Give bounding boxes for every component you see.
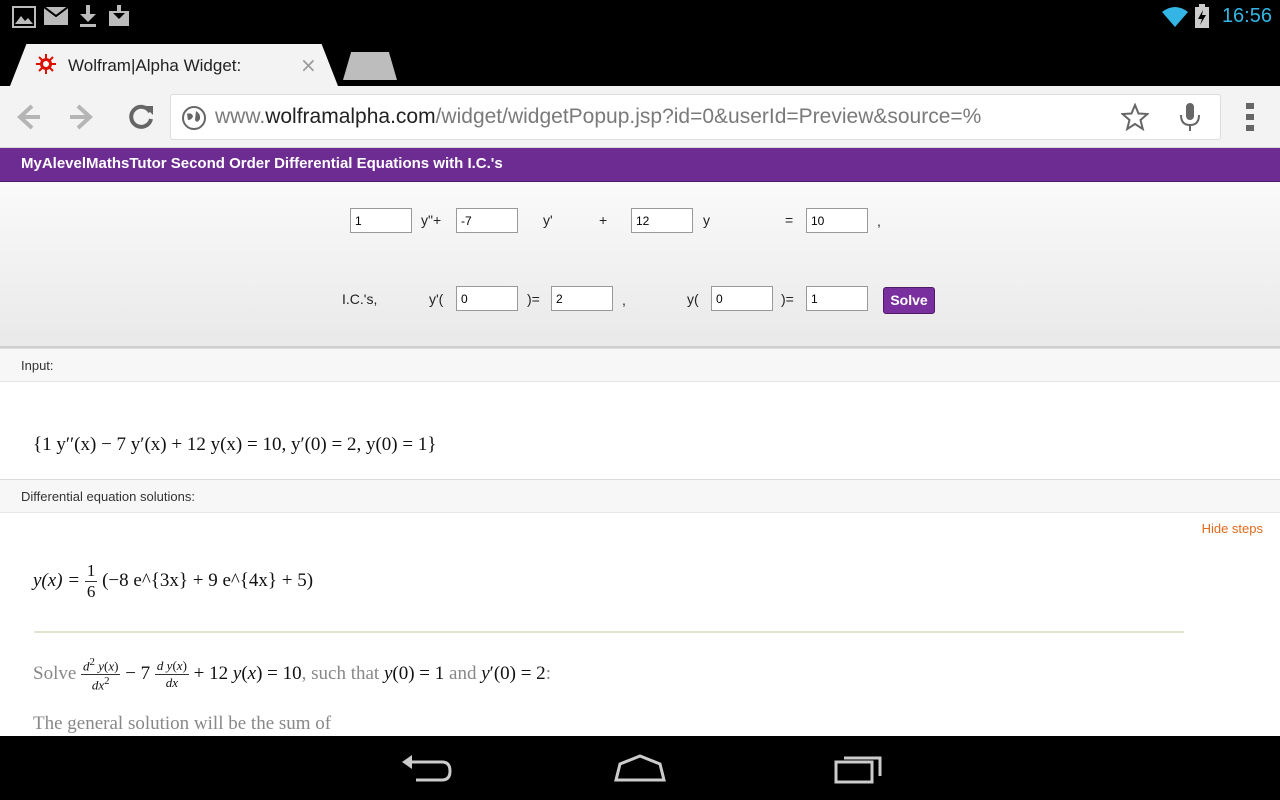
widget-title: MyAlevelMathsTutor Second Order Differen… [0, 148, 1280, 182]
solution-expression: y(x) = 16 (−8 e^{3x} + 9 e^{4x} + 5) [33, 561, 313, 602]
label-yp-open: y'( [429, 291, 444, 307]
step-end: : [545, 663, 551, 685]
step-and: and [449, 663, 477, 685]
status-bar: 16:56 [0, 0, 1280, 34]
label-yp-close: )= [527, 291, 540, 307]
globe-icon [182, 106, 206, 130]
nav-bar [0, 736, 1280, 800]
label-comma: , [877, 213, 881, 229]
step-divider [34, 631, 1184, 633]
dy-fraction: d y(x) dx [154, 658, 189, 691]
label-y: y [703, 212, 710, 228]
coef-a-input[interactable] [350, 208, 412, 233]
forward-icon[interactable] [68, 102, 98, 132]
solutions-pod: Hide steps y(x) = 16 (−8 e^{3x} + 9 e^{4… [0, 513, 1280, 736]
browser-toolbar: www.wolframalpha.com/widget/widgetPopup.… [0, 86, 1280, 148]
solve-button[interactable]: Solve [883, 287, 935, 314]
bookmark-star-icon[interactable] [1121, 103, 1149, 131]
reload-icon[interactable] [126, 102, 156, 132]
yp-value-input[interactable] [551, 286, 613, 311]
rhs-input[interactable] [806, 208, 868, 233]
microphone-icon[interactable] [1179, 103, 1201, 133]
battery-charging-icon [1195, 4, 1209, 28]
gmail-icon [44, 7, 68, 25]
download-box-icon [109, 5, 129, 26]
hide-steps-link[interactable]: Hide steps [1202, 521, 1263, 536]
new-tab-button[interactable] [343, 52, 397, 80]
equation-form: y"+ y' + y = , I.C.'s, y'( )= , y( )= So… [0, 182, 1280, 348]
label-y-prime: y' [543, 212, 553, 228]
solutions-pod-title: Differential equation solutions: [0, 479, 1280, 513]
label-y-close: )= [781, 291, 794, 307]
omnibox[interactable]: www.wolframalpha.com/widget/widgetPopup.… [170, 94, 1221, 140]
label-equals: = [785, 212, 794, 228]
yp-x-input[interactable] [456, 286, 518, 311]
url-text[interactable]: www.wolframalpha.com/widget/widgetPopup.… [215, 105, 1125, 129]
label-y-open: y( [687, 291, 699, 307]
label-comma-2: , [622, 292, 626, 308]
wolfram-favicon-icon [36, 54, 56, 74]
label-plus: + [599, 212, 608, 228]
status-clock: 16:56 [1221, 5, 1272, 27]
coef-c-input[interactable] [631, 208, 693, 233]
web-page: MyAlevelMathsTutor Second Order Differen… [0, 148, 1280, 736]
input-expression: {1 y′′(x) − 7 y′(x) + 12 y(x) = 10, y′(0… [33, 434, 437, 455]
input-pod-title: Input: [0, 348, 1280, 382]
label-y-double-prime: y"+ [421, 212, 442, 228]
step-solve-line: Solve d2 y(x) dx2 − 7 d y(x) dx + 12 y(x) … [33, 656, 551, 693]
coef-b-input[interactable] [456, 208, 518, 233]
label-ics: I.C.'s, [342, 291, 378, 307]
url-host: wolframalpha.com [265, 105, 436, 128]
tab-strip: Wolfram|Alpha Widget: × [0, 34, 1280, 86]
d2y-fraction: d2 y(x) dx2 [81, 656, 121, 693]
y-x-input[interactable] [711, 286, 773, 311]
solution-lhs: y(x) = [33, 569, 81, 591]
recent-apps-nav-icon[interactable] [828, 752, 888, 786]
solution-fraction: 16 [84, 561, 98, 602]
overflow-menu-icon[interactable] [1244, 102, 1256, 132]
url-path: /widget/widgetPopup.jsp?id=0&userId=Prev… [435, 105, 982, 128]
fraction-num: 1 [84, 561, 98, 582]
back-icon[interactable] [12, 102, 42, 132]
y-value-input[interactable] [806, 286, 868, 311]
step-general-solution: The general solution will be the sum of [33, 713, 332, 734]
tab-title: Wolfram|Alpha Widget: [68, 56, 242, 75]
gallery-icon [12, 6, 36, 28]
tab-close-icon[interactable]: × [300, 53, 317, 77]
step-such-that: , such that [301, 663, 380, 685]
step-solve-word: Solve [33, 663, 77, 685]
wifi-icon [1162, 7, 1188, 27]
url-prefix: www. [215, 105, 266, 128]
back-nav-icon[interactable] [396, 752, 456, 786]
fraction-den: 6 [86, 582, 96, 601]
input-pod: {1 y′′(x) − 7 y′(x) + 12 y(x) = 10, y′(0… [0, 382, 1280, 479]
home-nav-icon[interactable] [610, 752, 670, 786]
solution-rhs: (−8 e^{3x} + 9 e^{4x} + 5) [102, 569, 314, 591]
download-icon [80, 5, 96, 27]
